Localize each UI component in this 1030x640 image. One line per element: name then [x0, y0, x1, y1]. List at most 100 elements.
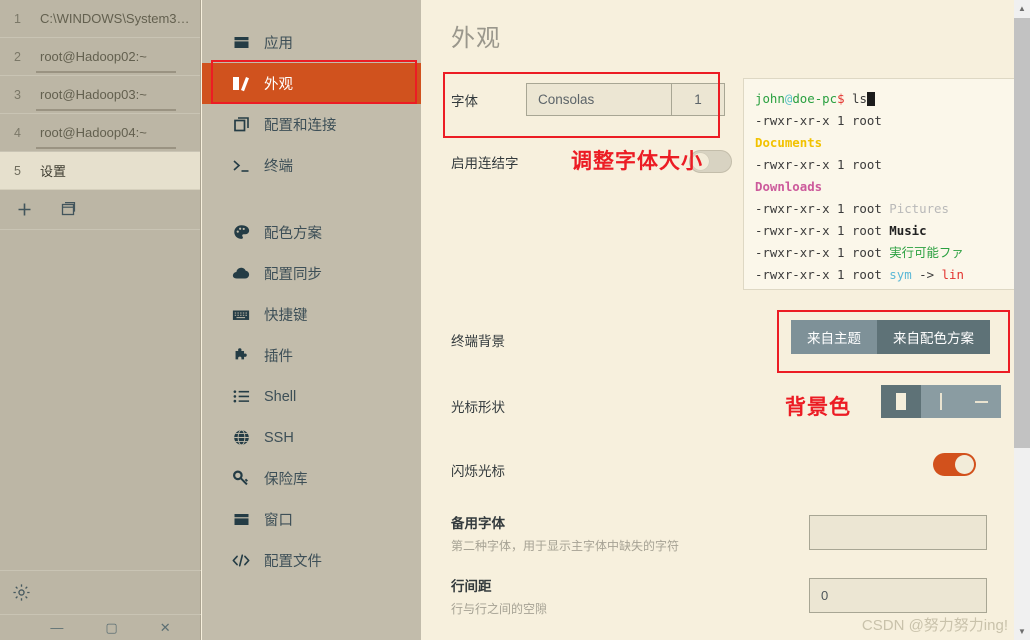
fallback-font-sublabel: 第二种字体，用于显示主字体中缺失的字符 — [451, 539, 680, 553]
maximize-button[interactable]: ▢ — [105, 621, 117, 634]
sidebar-item-label: SSH — [264, 429, 294, 446]
sidebar-item-label: 快捷键 — [264, 308, 308, 324]
ligature-toggle[interactable] — [689, 150, 732, 173]
settings-nav: 应用外观 配置和连接 终端配色方案配置同步快捷键插件 Shell SSH 保险库窗口配置文… — [202, 0, 421, 640]
ligature-toggle-knob — [692, 153, 709, 170]
sidebar-item-外观[interactable]: 外观 — [202, 63, 421, 104]
sidebar-item-label: 应用 — [264, 36, 293, 52]
font-name-input[interactable] — [526, 83, 671, 116]
close-button[interactable]: ✕ — [160, 621, 171, 634]
tab-item-5[interactable]: 5 设置 — [0, 152, 200, 190]
tab-label: root@Hadoop02:~ — [40, 49, 147, 64]
terminal-permissions: -rwxr-xr-x 1 root — [755, 201, 882, 216]
terminal-permissions: -rwxr-xr-x 1 root — [755, 113, 882, 128]
prompt-user: john — [755, 91, 785, 106]
sidebar-item-label: 插件 — [264, 349, 293, 365]
fallback-font-input[interactable] — [809, 515, 987, 550]
sidebar-item-终端[interactable]: 终端 — [202, 145, 421, 186]
scrollbar-up-arrow[interactable]: ▲ — [1014, 0, 1030, 17]
terminal-symlink-dst: lin — [941, 267, 964, 282]
sidebar-item-应用[interactable]: 应用 — [202, 22, 421, 63]
sidebar-item-快捷键[interactable]: 快捷键 — [202, 294, 421, 335]
sidebar-item-保险库[interactable]: 保险库 — [202, 458, 421, 499]
line-height-sublabel: 行与行之间的空隙 — [451, 602, 548, 616]
terminal-permissions: -rwxr-xr-x 1 root — [755, 245, 882, 260]
sidebar-item-Shell[interactable]: Shell — [202, 376, 421, 417]
tab-label: 设置 — [40, 164, 67, 179]
appearance-settings-panel: 外观 字体 启用连结字 john@doe-pc$ ls -rwxr-xr-x 1… — [421, 0, 1015, 640]
terminal-permissions: -rwxr-xr-x 1 root — [755, 223, 882, 238]
cursor-block-icon — [896, 393, 906, 410]
window-copy-icon[interactable] — [59, 201, 77, 218]
terminal-background-segmented-control: 来自主题 来自配色方案 — [791, 320, 990, 354]
blink-cursor-toggle-knob — [955, 455, 974, 474]
blink-cursor-label: 闪烁光标 — [451, 464, 505, 479]
tab-item-1[interactable]: 1 C:\WINDOWS\System3… — [0, 0, 200, 38]
window-icon — [232, 511, 250, 528]
minimize-button[interactable]: — — [50, 621, 63, 634]
sidebar-item-label: 窗口 — [264, 513, 293, 529]
page-title: 外观 — [451, 25, 501, 52]
terminal-background-option-1[interactable]: 来自配色方案 — [877, 320, 990, 354]
font-input-group — [526, 83, 725, 116]
sidebar-item-label: Shell — [264, 388, 297, 405]
scrollbar-thumb[interactable] — [1014, 18, 1030, 448]
terminal-output-line: -rwxr-xr-x 1 root — [755, 154, 1014, 176]
font-size-input[interactable] — [671, 83, 725, 116]
terminal-output-lines: -rwxr-xr-x 1 root Documents -rwxr-xr-x 1 r… — [755, 110, 1014, 286]
terminal-output-line: Downloads — [755, 176, 1014, 198]
sidebar-item-label: 保险库 — [264, 472, 308, 488]
sidebar-item-配置和连接[interactable]: 配置和连接 — [202, 104, 421, 145]
sidebar-item-配置同步[interactable]: 配置同步 — [202, 253, 421, 294]
sidebar-item-SSH[interactable]: SSH — [202, 417, 421, 458]
terminal-output-line: -rwxr-xr-x 1 root sym -> lin — [755, 264, 1014, 286]
puzzle-icon — [232, 347, 250, 364]
cursor-shape-segmented-control — [881, 385, 1001, 418]
terminal-output-line: Documents — [755, 132, 1014, 154]
line-height-input[interactable] — [809, 578, 987, 613]
terminal-background-option-0[interactable]: 来自主题 — [791, 320, 877, 354]
tab-item-2[interactable]: 2 root@Hadoop02:~ — [0, 38, 200, 76]
sidebar-item-label: 配色方案 — [264, 226, 322, 242]
tab-number: 1 — [14, 11, 21, 26]
terminal-permissions: -rwxr-xr-x 1 root — [755, 157, 882, 172]
terminal-filename: Downloads — [755, 179, 823, 194]
window-icon — [232, 34, 250, 51]
ligature-row-label: 启用连结字 — [451, 156, 519, 171]
tab-item-3[interactable]: 3 root@Hadoop03:~ — [0, 76, 200, 114]
tab-label: C:\WINDOWS\System3… — [40, 11, 190, 26]
scrollbar-down-arrow[interactable]: ▼ — [1014, 623, 1030, 640]
cursor-shape-block-button[interactable] — [881, 385, 921, 418]
terminal-prompt-line: john@doe-pc$ ls — [755, 88, 1014, 110]
cursor-shape-underline-button[interactable] — [961, 385, 1001, 418]
terminal-cursor — [866, 92, 875, 106]
prompt-host: doe-pc — [792, 91, 838, 106]
ligature-row: 启用连结字 — [451, 152, 519, 172]
blink-cursor-row: 闪烁光标 — [451, 460, 505, 480]
sidebar-item-label: 配置同步 — [264, 267, 322, 283]
key-icon — [232, 470, 250, 487]
gear-icon[interactable] — [12, 583, 31, 602]
sidebar-item-窗口[interactable]: 窗口 — [202, 499, 421, 540]
blink-cursor-toggle[interactable] — [933, 453, 976, 476]
terminal-background-label: 终端背景 — [451, 334, 505, 349]
tab-rail: 1 C:\WINDOWS\System3… 2 root@Hadoop02:~ 3 roo… — [0, 0, 201, 640]
terminal-output-line: -rwxr-xr-x 1 root Music — [755, 220, 1014, 242]
sidebar-item-插件[interactable]: 插件 — [202, 335, 421, 376]
plus-icon[interactable] — [16, 201, 33, 218]
tab-number: 4 — [14, 125, 21, 140]
tab-item-4[interactable]: 4 root@Hadoop04:~ — [0, 114, 200, 152]
terminal-filename: Documents — [755, 135, 823, 150]
terminal-preview: john@doe-pc$ ls -rwxr-xr-x 1 root Documen… — [743, 78, 1015, 290]
sidebar-item-配色方案[interactable]: 配色方案 — [202, 212, 421, 253]
line-height-label: 行间距 — [451, 579, 492, 594]
tab-number: 2 — [14, 49, 21, 64]
sidebar-item-配置文件[interactable]: 配置文件 — [202, 540, 421, 581]
cursor-shape-beam-button[interactable] — [921, 385, 961, 418]
cursor-shape-label: 光标形状 — [451, 400, 505, 415]
tab-list: 1 C:\WINDOWS\System3… 2 root@Hadoop02:~ 3 roo… — [0, 0, 200, 190]
tab-actions-bar — [0, 190, 200, 230]
main-scrollbar[interactable]: ▲ ▼ — [1014, 0, 1030, 640]
fallback-font-row: 备用字体 第二种字体，用于显示主字体中缺失的字符 — [451, 512, 781, 554]
tab-activity-underline — [36, 147, 176, 149]
